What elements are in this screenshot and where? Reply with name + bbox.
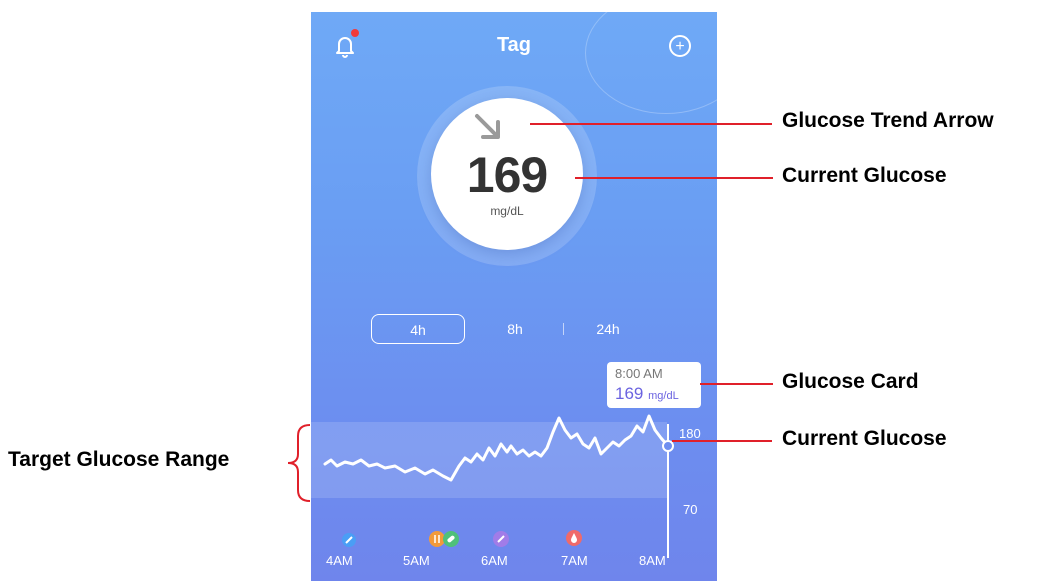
target-range-annotation: Target Glucose Range bbox=[8, 448, 230, 471]
pill-icon[interactable] bbox=[443, 531, 459, 547]
blood-drop-icon[interactable] bbox=[566, 530, 582, 546]
trend-arrow-icon bbox=[475, 114, 500, 139]
x-label-6am: 6AM bbox=[481, 553, 508, 568]
glucose-card: 8:00 AM 169 mg/dL bbox=[607, 362, 701, 408]
add-icon[interactable]: + bbox=[669, 35, 691, 57]
trend-arrow-pointer-line bbox=[530, 123, 772, 125]
x-label-8am: 8AM bbox=[639, 553, 666, 568]
current-glucose-pointer-line-top bbox=[575, 177, 773, 179]
current-glucose-annotation-bottom: Current Glucose bbox=[782, 427, 947, 450]
current-glucose-annotation-top: Current Glucose bbox=[782, 164, 947, 187]
tab-24h[interactable]: 24h bbox=[583, 314, 633, 344]
x-label-7am: 7AM bbox=[561, 553, 588, 568]
x-label-5am: 5AM bbox=[403, 553, 430, 568]
current-glucose-marker bbox=[662, 440, 674, 452]
current-glucose-value: 169 bbox=[466, 147, 548, 203]
x-label-4am: 4AM bbox=[326, 553, 353, 568]
glucose-unit: mg/dL bbox=[490, 204, 524, 218]
trend-arrow-annotation: Glucose Trend Arrow bbox=[782, 109, 994, 132]
card-value-unit: mg/dL bbox=[648, 390, 679, 402]
card-time: 8:00 AM bbox=[615, 366, 663, 381]
target-range-band bbox=[311, 422, 667, 498]
insulin-icon[interactable] bbox=[342, 533, 356, 547]
card-value-number: 169 bbox=[615, 384, 644, 403]
exercise-icon[interactable] bbox=[493, 531, 509, 547]
decorative-swirl bbox=[585, 12, 717, 114]
y-label-180: 180 bbox=[679, 426, 701, 441]
card-value: 169 mg/dL bbox=[615, 384, 679, 404]
current-glucose-circle: 169 mg/dL bbox=[431, 98, 583, 250]
glucose-card-annotation: Glucose Card bbox=[782, 370, 919, 393]
tab-8h[interactable]: 8h bbox=[495, 314, 535, 344]
glucose-card-pointer-line bbox=[700, 383, 773, 385]
time-range-tabs: 4h 8h 24h bbox=[371, 314, 671, 344]
page-title: Tag bbox=[496, 34, 532, 56]
y-label-70: 70 bbox=[683, 502, 698, 517]
app-screen: Tag + 169 mg/dL 4h 8h 24h 8:00 AM 169 mg… bbox=[311, 12, 717, 581]
tab-divider bbox=[563, 323, 564, 335]
tab-4h[interactable]: 4h bbox=[371, 314, 465, 344]
target-range-brace bbox=[287, 424, 311, 502]
current-glucose-pointer-line-bottom bbox=[672, 440, 772, 442]
